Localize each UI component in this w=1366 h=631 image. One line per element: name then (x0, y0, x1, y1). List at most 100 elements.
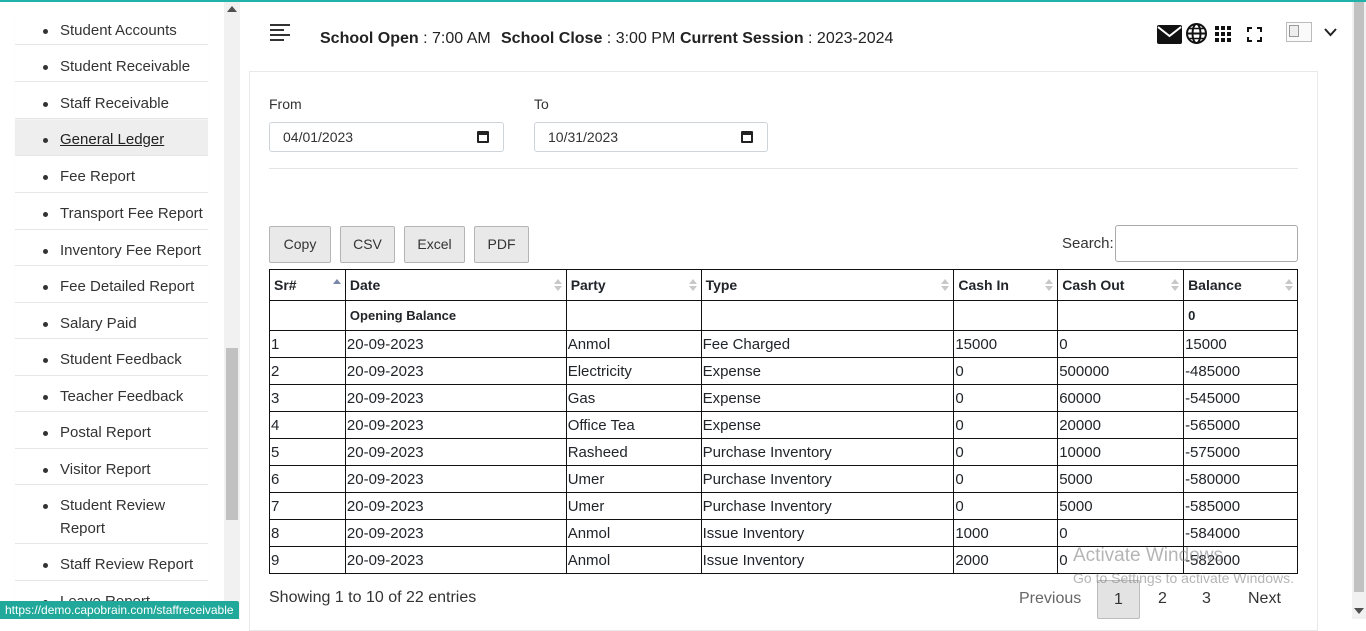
sidebar-item-teacher-feedback[interactable]: Teacher Feedback (15, 376, 208, 412)
table-cell (565, 300, 702, 331)
sort-icon[interactable] (1171, 279, 1180, 292)
sidebar-item-student-accounts[interactable]: Student Accounts (15, 8, 208, 45)
sort-icon[interactable] (941, 279, 950, 292)
table-cell: 20-09-2023 (344, 384, 567, 412)
sidebar-item-fee-report[interactable]: Fee Report (15, 156, 208, 193)
next-page-button[interactable]: Next (1248, 590, 1281, 608)
csv-button[interactable]: CSV (340, 226, 395, 263)
pdf-button[interactable]: PDF (474, 226, 529, 263)
column-header-date[interactable]: Date (344, 269, 567, 301)
column-header-cash-out[interactable]: Cash Out (1057, 269, 1185, 301)
previous-page-button[interactable]: Previous (1019, 590, 1081, 608)
sidebar-item-staff-review-report[interactable]: Staff Review Report (15, 544, 208, 581)
to-date-input[interactable]: 10/31/2023 (534, 122, 768, 152)
excel-button[interactable]: Excel (404, 226, 465, 263)
to-date-value: 10/31/2023 (548, 129, 619, 145)
header-label: Cash In (958, 277, 1009, 293)
sidebar-item-salary-paid[interactable]: Salary Paid (15, 303, 208, 339)
sidebar-item-visitor-report[interactable]: Visitor Report (15, 449, 208, 485)
sort-icon[interactable] (553, 279, 562, 292)
table-cell: 2 (269, 357, 346, 385)
avatar[interactable] (1286, 22, 1312, 42)
table-cell: 15000 (953, 330, 1059, 358)
sort-icon[interactable] (1045, 279, 1054, 292)
table-cell: Expense (700, 411, 955, 439)
header-label: Date (349, 277, 381, 293)
current-session-value: : 2023-2024 (803, 30, 894, 47)
menu-toggle-icon[interactable] (270, 24, 290, 41)
table-cell: Fee Charged (700, 330, 955, 358)
sidebar-item-staff-receivable[interactable]: Staff Receivable (15, 82, 208, 119)
sidebar-item-label: Fee Detailed Report (60, 278, 195, 295)
table-cell: 20-09-2023 (344, 357, 567, 385)
table-cell: Purchase Inventory (700, 438, 955, 466)
grid-icon[interactable] (1215, 26, 1231, 42)
school-open-value: : 7:00 AM (418, 30, 491, 47)
table-cell: Electricity (565, 357, 702, 385)
calendar-icon[interactable] (741, 131, 753, 143)
scroll-down-arrow-icon[interactable] (1354, 608, 1364, 614)
fullscreen-icon[interactable] (1247, 27, 1262, 42)
scroll-up-arrow-icon[interactable] (227, 6, 237, 12)
table-cell: 0 (953, 357, 1059, 385)
chevron-down-icon[interactable] (1324, 28, 1337, 37)
bullet-icon (43, 212, 48, 217)
globe-icon[interactable] (1186, 23, 1207, 44)
table-row: 8 20-09-2023 Anmol Issue Inventory 1000 0 -584… (269, 519, 1298, 547)
bullet-icon (43, 285, 48, 290)
calendar-icon[interactable] (477, 131, 489, 143)
bullet-icon (43, 29, 48, 34)
sidebar-scrollbar[interactable] (224, 2, 240, 619)
sidebar-item-general-ledger[interactable]: General Ledger (15, 120, 208, 156)
sort-ascending-icon[interactable] (332, 279, 341, 292)
page-button-3[interactable]: 3 (1202, 590, 1211, 608)
table-cell: 3 (269, 384, 346, 412)
search-input[interactable] (1115, 225, 1298, 262)
copy-button[interactable]: Copy (269, 226, 331, 263)
table-cell: Issue Inventory (700, 546, 955, 574)
sidebar-scrollbar-thumb[interactable] (226, 348, 238, 520)
column-header-balance[interactable]: Balance (1183, 269, 1298, 301)
table-cell: -545000 (1183, 384, 1298, 412)
table-cell: 7 (269, 492, 346, 520)
sort-icon[interactable] (688, 279, 697, 292)
sidebar-item-student-feedback[interactable]: Student Feedback (15, 339, 208, 376)
ledger-table: Sr# Date Party Type Cash In Cash Out Bal… (269, 269, 1298, 574)
table-row: 6 20-09-2023 Umer Purchase Inventory 0 5000 -5… (269, 465, 1298, 493)
bullet-icon (43, 358, 48, 363)
column-header-cash-in[interactable]: Cash In (953, 269, 1059, 301)
page-button-2[interactable]: 2 (1158, 590, 1167, 608)
table-cell: 9 (269, 546, 346, 574)
divider (269, 168, 1298, 169)
sidebar-item-label: Salary Paid (60, 315, 137, 332)
column-header-sr[interactable]: Sr# (269, 269, 346, 301)
header-label: Balance (1188, 277, 1242, 293)
from-date-input[interactable]: 04/01/2023 (269, 122, 504, 152)
sidebar-item-student-review-report[interactable]: Student Review Report (15, 485, 208, 544)
sidebar-item-student-receivable[interactable]: Student Receivable (15, 45, 208, 82)
sidebar-item-inventory-fee-report[interactable]: Inventory Fee Report (15, 230, 208, 266)
table-cell: Issue Inventory (700, 519, 955, 547)
envelope-icon[interactable] (1157, 25, 1182, 44)
page-scrollbar-thumb[interactable] (1354, 2, 1364, 592)
sort-icon[interactable] (1285, 279, 1293, 292)
table-row: 3 20-09-2023 Gas Expense 0 60000 -545000 (269, 384, 1298, 412)
sidebar-item-transport-fee-report[interactable]: Transport Fee Report (15, 193, 208, 230)
table-cell: 0 (1057, 519, 1185, 547)
sidebar-item-label: Student Feedback (60, 351, 182, 368)
column-header-type[interactable]: Type (700, 269, 955, 301)
sidebar-item-fee-detailed-report[interactable]: Fee Detailed Report (15, 266, 208, 303)
from-label: From (269, 96, 302, 112)
bullet-icon (43, 175, 48, 180)
table-row: 7 20-09-2023 Umer Purchase Inventory 0 5000 -5… (269, 492, 1298, 520)
table-cell: 5000 (1057, 492, 1185, 520)
activate-windows-watermark: Activate Windows (1073, 545, 1223, 566)
current-session-label: Current Session (680, 30, 804, 47)
header-label: Party (570, 277, 606, 293)
sidebar-item-postal-report[interactable]: Postal Report (15, 412, 208, 449)
sidebar-item-label: Staff Receivable (60, 95, 169, 112)
column-header-party[interactable]: Party (565, 269, 702, 301)
sidebar-item-label: General Ledger (60, 131, 165, 148)
table-cell (953, 300, 1059, 331)
table-cell: 15000 (1183, 330, 1298, 358)
